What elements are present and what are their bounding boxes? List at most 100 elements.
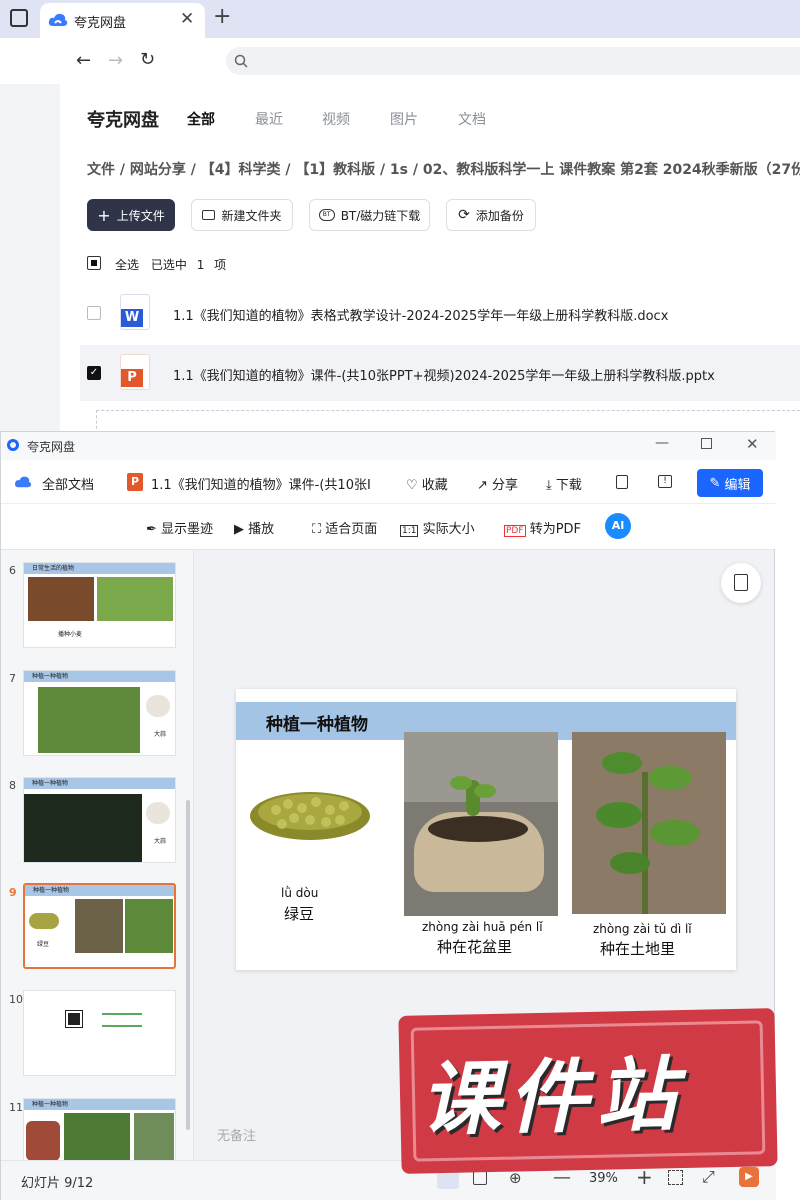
edit-button[interactable]: ✎ 编辑 [697,469,763,497]
item-pinyin: zhòng zài tǔ dì lǐ [593,922,692,936]
browser-tab[interactable]: 夸克网盘 ✕ [40,3,205,38]
nav-all[interactable]: 全部 [187,109,215,129]
thumbnail-slide-9[interactable]: 种植一种植物 绿豆 [23,883,176,969]
fit-screen-icon[interactable] [668,1170,683,1185]
thumb-heading: 种植一种植物 [24,671,175,682]
upload-button[interactable]: + 上传文件 [87,199,175,231]
viewer-subtoolbar: ✒ 显示墨迹 ▶ 播放 ⛶ 适合页面 1:1 实际大小 PDF 转为PDF AI [1,504,776,550]
qr-code-icon [65,1010,83,1028]
flowerpot-photo [404,732,558,916]
close-icon[interactable]: ✕ [746,435,759,453]
feedback-icon[interactable]: ! [658,475,672,488]
download-icon: ⤓ [546,478,552,493]
new-tab-button[interactable]: + [213,4,231,29]
thumbnail-panel[interactable]: 6 日常生活的植物 播种小麦 7 种植一种植物 大蒜 8 种植一种植物 大蒜 9… [1,550,194,1160]
new-folder-label: 新建文件夹 [221,208,282,223]
plus-icon: + [97,205,111,225]
back-icon[interactable]: ← [76,50,91,71]
item-hanzi: 绿豆 [284,905,315,923]
fit-label: 适合页面 [325,522,378,537]
actual-label: 实际大小 [422,522,475,537]
play-icon: ▶ [234,522,244,537]
nav-image[interactable]: 图片 [390,109,418,129]
fit-page-button[interactable]: ⛶ 适合页面 [312,518,377,537]
notes-placeholder[interactable]: 无备注 [217,1125,256,1144]
thumb-text-lines [102,1013,142,1027]
tab-search-icon[interactable] [10,9,28,27]
ai-icon[interactable]: AI [605,513,631,539]
favorite-button[interactable]: ♡ 收藏 [406,474,448,493]
all-docs-link[interactable]: 全部文档 [42,474,94,493]
minimize-icon[interactable]: — [655,435,669,451]
thumb-caption: 播种小麦 [58,631,83,638]
file-name[interactable]: 1.1《我们知道的植物》表格式教学设计-2024-2025学年一年级上册科学教科… [173,305,668,324]
thumb-image [125,899,173,953]
reload-icon[interactable]: ↻ [140,49,155,70]
notes-icon[interactable] [473,1171,487,1185]
select-all-label[interactable]: 全选 [115,258,139,272]
thumbnail-slide-6[interactable]: 日常生活的植物 播种小麦 [23,562,176,648]
word-file-icon: W [120,294,150,330]
thumbnail-scrollbar[interactable] [186,800,190,1130]
zoom-level[interactable]: 39% [589,1171,618,1186]
thumb-image [134,1113,174,1160]
video-play-icon[interactable]: ▶ [739,1167,759,1187]
download-button[interactable]: ⤓ 下载 [546,474,582,493]
nav-doc[interactable]: 文档 [458,109,486,129]
thumb-number-current: 9 [9,886,17,899]
download-label: 下载 [555,478,582,493]
fullscreen-icon[interactable]: ⤢ [702,1167,715,1187]
thumb-caption: 大蒜 [154,838,167,845]
add-backup-button[interactable]: ⟳ 添加备份 [446,199,536,231]
share-button[interactable]: ↗ 分享 [477,474,518,493]
globe-icon[interactable]: ⊕ [509,1169,522,1187]
thumbnail-slide-7[interactable]: 种植一种植物 大蒜 [23,670,176,756]
play-button[interactable]: ▶ 播放 [234,518,274,537]
row-checkbox-checked[interactable]: ✓ [87,366,101,380]
maximize-icon[interactable] [701,438,712,449]
export-icon[interactable] [616,475,628,489]
folder-plus-icon [202,210,216,220]
brand-title: 夸克网盘 [87,110,159,131]
ink-button[interactable]: ✒ 显示墨迹 [146,518,213,537]
actual-size-button[interactable]: 1:1 实际大小 [400,518,475,537]
item-pinyin: lǜ dòu [281,886,319,900]
search-icon [234,54,248,68]
thumbnail-slide-8[interactable]: 种植一种植物 大蒜 [23,777,176,863]
thumb-number: 6 [9,564,16,577]
slide-counter: 幻灯片 9/12 [21,1176,94,1191]
select-all-checkbox[interactable] [87,256,101,270]
cloud-icon [14,476,32,488]
app-logo-icon [7,439,19,451]
new-folder-button[interactable]: 新建文件夹 [191,199,293,231]
thumb-image [38,687,140,753]
selected-count: 1 [196,258,205,272]
file-row[interactable]: W 1.1《我们知道的植物》表格式教学设计-2024-2025学年一年级上册科学… [80,285,800,341]
thumb-image [26,1121,60,1160]
address-bar[interactable] [226,47,800,75]
to-pdf-button[interactable]: PDF 转为PDF [504,518,581,537]
play-label: 播放 [248,522,275,537]
file-name[interactable]: 1.1《我们知道的植物》课件-(共10张PPT+视频)2024-2025学年一年… [173,365,715,384]
favorite-label: 收藏 [421,478,448,493]
share-label: 分享 [492,478,519,493]
ink-icon: ✒ [146,522,157,537]
thumbnail-slide-11[interactable]: 种植一种植物 [23,1098,176,1160]
soil-photo [572,732,726,914]
bt-download-button[interactable]: BT BT/磁力链下载 [309,199,430,231]
share-icon: ↗ [477,478,488,493]
nav-video[interactable]: 视频 [322,109,350,129]
row-checkbox[interactable] [87,306,101,320]
thumbnail-slide-10[interactable] [23,990,176,1076]
thumb-image [146,802,170,824]
breadcrumb[interactable]: 文件 / 网站分享 / 【4】科学类 / 【1】教科版 / 1s / 02、教科… [87,159,800,179]
thumb-number: 8 [9,779,16,792]
nav-recent[interactable]: 最近 [255,109,283,129]
thumb-heading: 种植一种植物 [24,778,175,789]
forward-icon[interactable]: → [108,50,123,71]
tab-close-icon[interactable]: ✕ [180,9,194,29]
convert-icon[interactable] [721,563,761,603]
thumb-number: 7 [9,672,16,685]
file-row[interactable]: ✓ P 1.1《我们知道的植物》课件-(共10张PPT+视频)2024-2025… [80,345,800,401]
bt-label: BT/磁力链下载 [340,208,421,223]
